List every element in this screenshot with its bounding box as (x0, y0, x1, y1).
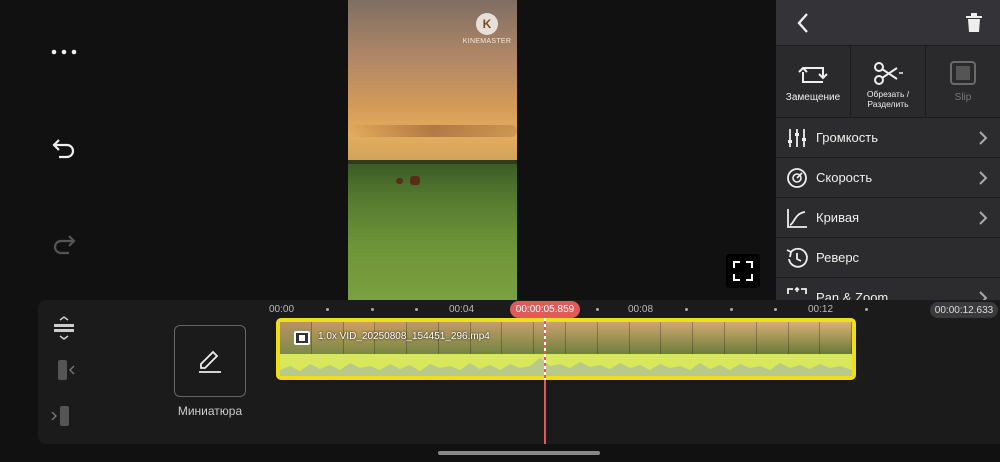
home-indicator (438, 451, 600, 455)
video-preview[interactable] (348, 0, 517, 300)
volume-sliders-icon (788, 128, 806, 147)
pencil-icon (199, 350, 221, 373)
menu-item-volume[interactable]: Громкость (776, 117, 1000, 157)
replace-tool-button[interactable]: Замещение (776, 46, 851, 117)
ruler-label: 00:12 (808, 304, 834, 315)
trim-split-tool-button[interactable]: Обрезать / Разделить (851, 46, 926, 117)
ruler-dot (415, 308, 418, 311)
slip-tool-label: Slip (954, 92, 972, 103)
more-dots-icon (51, 49, 77, 55)
watermark-logo: K (476, 13, 498, 35)
track-height-button[interactable] (52, 316, 76, 340)
ruler-dot (371, 308, 374, 311)
clip-frame (693, 322, 725, 354)
delete-button[interactable] (962, 10, 986, 36)
preview-cloud (348, 125, 517, 137)
menu-item-label: Скорость (816, 170, 873, 185)
menu-item-curve[interactable]: Кривая (776, 197, 1000, 237)
ruler-dot (596, 308, 599, 311)
chevron-right-icon (979, 291, 988, 300)
clip-frame (629, 322, 662, 354)
jump-to-end-button[interactable] (50, 404, 72, 428)
menu-item-reverse[interactable]: Реверс (776, 237, 1000, 277)
ruler-dot (326, 308, 329, 311)
menu-item-speed[interactable]: Скорость (776, 157, 1000, 197)
left-rail (0, 0, 130, 300)
clip-start-icon (58, 360, 75, 380)
clip-end-icon (51, 406, 69, 426)
clip-frame (661, 322, 694, 354)
video-clip[interactable]: 1.0x VID_20250808_154451_296.mp4 (276, 318, 856, 380)
menu-item-label: Реверс (816, 250, 860, 265)
panel-header (776, 0, 1000, 45)
clip-options-panel: Замещение Обрезать / Разделить Slip Гром… (776, 0, 1000, 300)
menu-item-label: Громкость (816, 130, 878, 145)
preview-field (348, 164, 517, 300)
undo-button[interactable] (44, 128, 84, 168)
redo-icon (53, 235, 76, 255)
clip-frame (724, 322, 757, 354)
film-strip-icon (296, 333, 308, 343)
clip-filename: 1.0x VID_20250808_154451_296.mp4 (318, 331, 490, 342)
clip-frame (566, 322, 598, 354)
menu-item-label: Pan & Zoom (816, 290, 889, 300)
fullscreen-icon (733, 261, 753, 281)
expand-tracks-icon (54, 316, 74, 340)
clip-frame (597, 322, 630, 354)
speed-icon (787, 167, 807, 188)
jump-to-start-button[interactable] (56, 358, 78, 382)
clip-frame (788, 322, 821, 354)
scissors-icon (874, 62, 903, 85)
waveform-graphic (280, 358, 852, 376)
ruler-label: 00:00 (269, 304, 295, 315)
timeline-tools (38, 300, 88, 444)
slip-icon (950, 61, 976, 85)
tool-row: Замещение Обрезать / Разделить Slip (776, 45, 1000, 117)
trim-split-tool-label: Обрезать / Разделить (866, 89, 910, 109)
chevron-right-icon (979, 131, 988, 145)
playhead-marker (544, 318, 546, 380)
replace-tool-label: Замещение (785, 92, 841, 103)
menu-item-label: Кривая (816, 210, 860, 225)
ruler-dot (774, 308, 777, 311)
chevron-right-icon (979, 171, 988, 185)
pan-zoom-icon (787, 286, 807, 294)
ruler-dot (865, 308, 868, 311)
menu-item-pan-zoom[interactable]: Pan & Zoom (776, 277, 1000, 300)
thumbnail-edit-button[interactable] (174, 325, 246, 397)
back-button[interactable] (788, 8, 818, 38)
horse-figure (396, 178, 403, 184)
curve-icon (787, 208, 807, 228)
total-duration-badge: 00:00:12.633 (930, 302, 998, 318)
undo-icon (52, 139, 75, 159)
ruler-dot (685, 308, 688, 311)
current-time-badge: 00:00:05.859 (510, 301, 580, 318)
chevron-left-icon (797, 13, 808, 33)
ruler-dot (730, 308, 733, 311)
thumbnail-label: Миниатюра (177, 404, 243, 418)
watermark-text: KINEMASTER (462, 38, 512, 45)
more-options-button[interactable] (44, 32, 84, 72)
trash-icon (966, 13, 982, 32)
clip-frame (756, 322, 789, 354)
ruler-label: 00:08 (628, 304, 654, 315)
ruler-label: 00:04 (449, 304, 475, 315)
clip-frame (502, 322, 535, 354)
audio-waveform (280, 354, 852, 376)
film-icon (294, 331, 310, 345)
replace-icon (798, 66, 828, 83)
redo-button[interactable] (44, 224, 84, 264)
kinemaster-watermark: K KINEMASTER (462, 13, 512, 45)
clip-frame (534, 322, 567, 354)
slip-tool-button[interactable]: Slip (926, 46, 1000, 117)
clip-frame (820, 322, 852, 354)
horse-figure (410, 176, 420, 185)
chevron-right-icon (979, 211, 988, 225)
reverse-icon (786, 247, 808, 268)
fullscreen-button[interactable] (726, 254, 760, 288)
